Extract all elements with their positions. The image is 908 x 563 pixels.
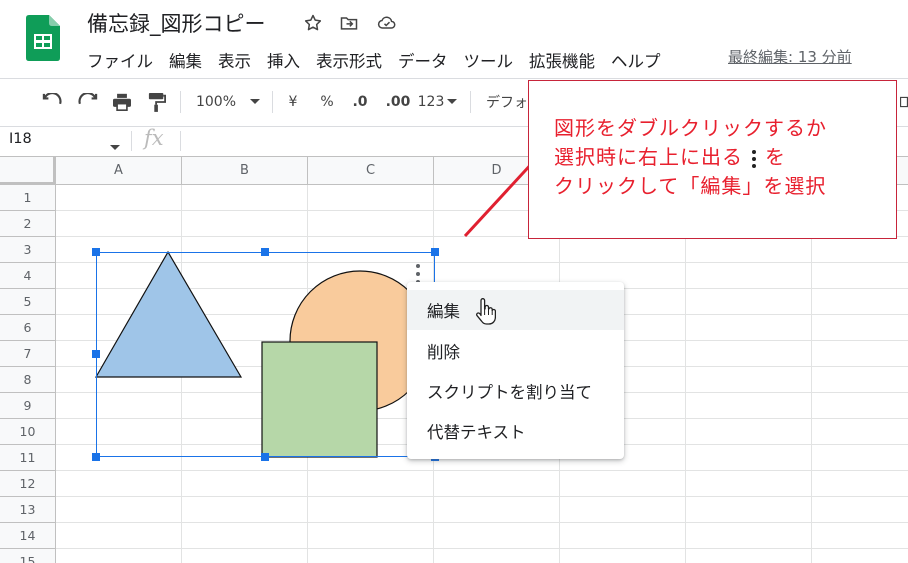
callout-line-3: クリックして「編集」を選択: [554, 174, 827, 198]
annotation-callout: 図形をダブルクリックするか 選択時に右上に出るを クリックして「編集」を選択: [528, 80, 897, 239]
callout-line-1: 図形をダブルクリックするか: [554, 116, 827, 140]
callout-line-2-start: 選択時に右上に出る: [554, 145, 743, 169]
callout-line-2-end: を: [765, 145, 786, 169]
callout-line-2: 選択時に右上に出るを: [554, 141, 786, 170]
kebab-icon: [749, 149, 759, 168]
